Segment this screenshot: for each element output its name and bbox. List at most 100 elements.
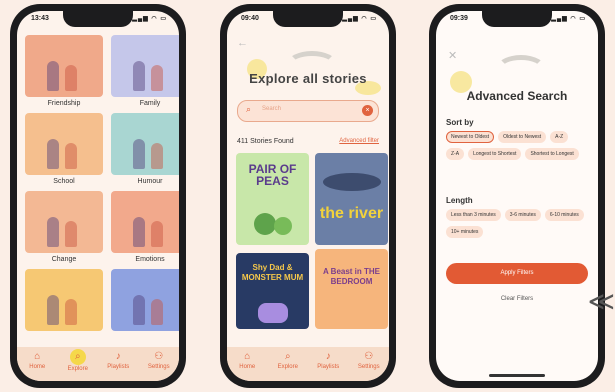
- filter-chip[interactable]: Less than 3 minutes: [446, 209, 501, 221]
- search-icon: ⌕: [246, 104, 252, 114]
- tab-bar: ⌂ Home ⌕ Explore ♪ Playlists ⚇ Settings: [227, 347, 389, 381]
- filter-chip[interactable]: A-Z: [550, 131, 569, 143]
- filter-chip[interactable]: 10+ minutes: [446, 226, 484, 238]
- figure-illustration: [47, 139, 59, 169]
- person-icon: ⚇: [154, 351, 164, 362]
- clear-filters-button[interactable]: Clear Filters: [436, 296, 598, 302]
- category-card[interactable]: Family: [111, 35, 179, 110]
- figure-illustration: [65, 65, 77, 91]
- tab-settings[interactable]: ⚇ Settings: [140, 351, 178, 370]
- music-note-icon: ♪: [115, 351, 121, 362]
- figure-illustration: [47, 295, 59, 325]
- fish-illustration: [323, 173, 381, 191]
- music-note-icon: ♪: [325, 351, 331, 362]
- search-icon: ⌕: [69, 349, 86, 365]
- figure-illustration: [151, 65, 163, 91]
- tab-home[interactable]: ⌂ Home: [228, 351, 266, 370]
- tab-label: Settings: [357, 364, 380, 370]
- category-illustration: [111, 35, 179, 97]
- figure-illustration: [133, 139, 145, 169]
- figure-illustration: [151, 143, 163, 169]
- filter-chip[interactable]: Z-A: [446, 148, 465, 160]
- advanced-filter-link[interactable]: Advanced filter: [339, 138, 379, 144]
- status-time: 13:43: [31, 15, 49, 22]
- filter-chip[interactable]: 6-10 minutes: [544, 209, 584, 221]
- sort-options: Newest to Oldest Oldest to Newest A-Z Z-A Lo…: [446, 131, 590, 160]
- tab-explore[interactable]: ⌕ Explore: [269, 351, 307, 370]
- phone-categories: 13:43 ▂▄▆ ◠ ▭ Friendship Family School Humo…: [10, 4, 186, 388]
- tab-label: Explore: [67, 366, 88, 372]
- status-bar: 13:43 ▂▄▆ ◠ ▭: [17, 15, 179, 27]
- tab-bar: ⌂ Home ⌕ Explore ♪ Playlists ⚇ Settings: [17, 347, 179, 381]
- category-illustration: [25, 113, 103, 175]
- category-illustration: [111, 191, 179, 253]
- apply-filters-button[interactable]: Apply Filters: [446, 263, 588, 284]
- figure-illustration: [47, 61, 59, 91]
- book-title: Shy Dad & MONSTER MUM: [241, 263, 304, 282]
- category-card[interactable]: [111, 269, 179, 344]
- category-card[interactable]: [25, 269, 103, 344]
- signal-wifi-battery-icon: ▂▄▆ ◠ ▭: [132, 16, 167, 22]
- close-icon[interactable]: ✕: [448, 49, 457, 62]
- figure-illustration: [133, 217, 145, 247]
- monster-illustration: [258, 303, 288, 323]
- filter-chip[interactable]: 3-6 minutes: [504, 209, 541, 221]
- book-cover[interactable]: the river: [315, 153, 388, 245]
- arrow-icon: ≪: [587, 286, 615, 316]
- sort-by-heading: Sort by: [446, 118, 474, 127]
- book-title: the river: [319, 205, 384, 222]
- category-card[interactable]: Humour: [111, 113, 179, 188]
- book-title: A Beast in THE BEDROOM: [322, 267, 381, 286]
- page-title: Advanced Search: [466, 89, 568, 103]
- tab-home[interactable]: ⌂ Home: [18, 351, 56, 370]
- home-icon: ⌂: [34, 351, 41, 362]
- decoration-swirl: [496, 55, 546, 83]
- tab-label: Playlists: [317, 364, 340, 370]
- signal-wifi-battery-icon: ▂▄▆ ◠ ▭: [342, 16, 377, 22]
- category-illustration: [111, 113, 179, 175]
- phone-advanced-search: 09:39 ▂▄▆ ◠ ▭ ✕ Advanced Search Sort by …: [429, 4, 605, 388]
- tab-explore[interactable]: ⌕ Explore: [59, 349, 97, 372]
- tab-playlists[interactable]: ♪ Playlists: [99, 351, 137, 370]
- book-cover[interactable]: Shy Dad & MONSTER MUM: [236, 253, 309, 329]
- stories-count: 411 Stories Found: [237, 138, 294, 145]
- home-indicator: [489, 374, 545, 377]
- length-heading: Length: [446, 196, 473, 205]
- figure-illustration: [47, 217, 59, 247]
- figure-illustration: [65, 299, 77, 325]
- category-label: Emotions: [135, 256, 165, 263]
- category-illustration: [25, 191, 103, 253]
- clear-search-icon[interactable]: ×: [362, 105, 373, 116]
- book-cover[interactable]: A Beast in THE BEDROOM: [315, 249, 388, 329]
- tab-label: Playlists: [107, 364, 130, 370]
- book-cover[interactable]: PAIR OF PEAS: [236, 153, 309, 245]
- tab-settings[interactable]: ⚇ Settings: [350, 351, 388, 370]
- tab-label: Explore: [277, 364, 298, 370]
- category-card[interactable]: Friendship: [25, 35, 103, 110]
- figure-illustration: [133, 295, 145, 325]
- advanced-search-screen: 09:39 ▂▄▆ ◠ ▭ ✕ Advanced Search Sort by …: [436, 11, 598, 381]
- filter-chip[interactable]: Newest to Oldest: [446, 131, 495, 143]
- category-label: Humour: [137, 178, 163, 185]
- phone-explore: 09:40 ▂▄▆ ◠ ▭ ← Explore all stories ⌕ Se…: [220, 4, 396, 388]
- category-card[interactable]: Emotions: [111, 191, 179, 266]
- search-placeholder: Search: [262, 106, 282, 112]
- status-bar: 09:39 ▂▄▆ ◠ ▭: [436, 15, 598, 27]
- categories-screen: 13:43 ▂▄▆ ◠ ▭ Friendship Family School Humo…: [17, 11, 179, 381]
- explore-screen: 09:40 ▂▄▆ ◠ ▭ ← Explore all stories ⌕ Se…: [227, 11, 389, 381]
- category-card[interactable]: Change: [25, 191, 103, 266]
- filter-chip[interactable]: Longest to Shortest: [468, 148, 522, 160]
- filter-chip[interactable]: Shortest to Longest: [525, 148, 579, 160]
- search-icon: ⌕: [284, 351, 291, 362]
- back-arrow-icon[interactable]: ←: [237, 37, 248, 49]
- search-input[interactable]: ⌕ Search ×: [237, 100, 379, 122]
- home-icon: ⌂: [244, 351, 251, 362]
- category-card[interactable]: School: [25, 113, 103, 188]
- length-options: Less than 3 minutes 3-6 minutes 6-10 minut…: [446, 209, 590, 238]
- tab-playlists[interactable]: ♪ Playlists: [309, 351, 347, 370]
- category-label: School: [53, 178, 75, 185]
- figure-illustration: [65, 221, 77, 247]
- filter-chip[interactable]: Oldest to Newest: [498, 131, 547, 143]
- page-title: Explore all stories: [249, 71, 367, 86]
- status-time: 09:40: [241, 15, 259, 22]
